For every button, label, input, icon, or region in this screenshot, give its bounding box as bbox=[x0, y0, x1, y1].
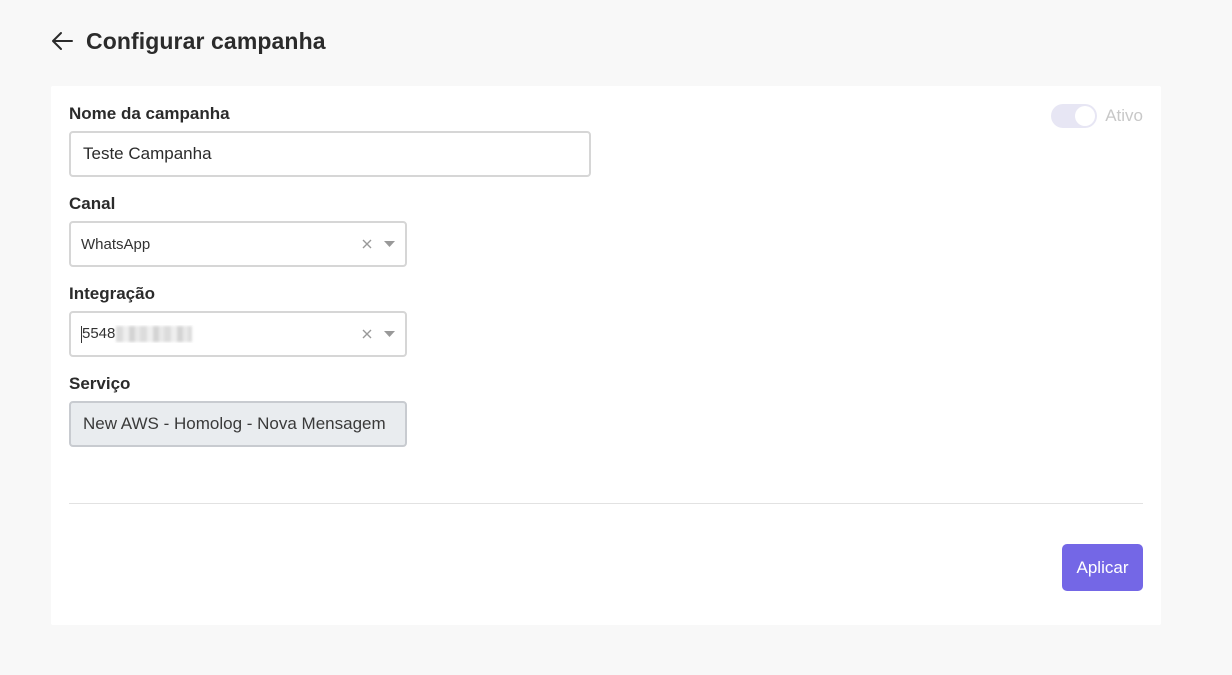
integration-select[interactable]: 5548 bbox=[69, 311, 407, 357]
integration-label: Integração bbox=[69, 284, 155, 303]
service-input bbox=[69, 401, 407, 447]
service-label: Serviço bbox=[69, 374, 131, 393]
arrow-left-icon[interactable] bbox=[49, 28, 75, 54]
campaign-form-card: Ativo Nome da campanha Canal WhatsApp In… bbox=[51, 86, 1161, 625]
redacted-blur bbox=[116, 326, 193, 343]
channel-select[interactable]: WhatsApp bbox=[69, 221, 407, 267]
channel-select-value: WhatsApp bbox=[81, 235, 151, 253]
toggle-knob bbox=[1075, 106, 1096, 126]
apply-button[interactable]: Aplicar bbox=[1062, 544, 1143, 591]
integration-select-value: 5548 bbox=[81, 325, 360, 343]
campaign-name-input[interactable] bbox=[69, 131, 591, 177]
active-toggle-group: Ativo bbox=[1051, 104, 1143, 128]
page-title: Configurar campanha bbox=[86, 27, 326, 54]
active-toggle-label: Ativo bbox=[1105, 106, 1143, 125]
campaign-name-label: Nome da campanha bbox=[69, 104, 230, 123]
clear-icon[interactable] bbox=[360, 327, 374, 341]
page-header: Configurar campanha bbox=[49, 26, 326, 56]
integration-value-text: 5548 bbox=[82, 325, 116, 343]
chevron-down-icon[interactable] bbox=[383, 240, 395, 248]
clear-icon[interactable] bbox=[360, 237, 374, 251]
chevron-down-icon[interactable] bbox=[383, 330, 395, 338]
channel-label: Canal bbox=[69, 194, 116, 213]
divider bbox=[69, 503, 1143, 504]
active-toggle[interactable] bbox=[1051, 104, 1098, 128]
